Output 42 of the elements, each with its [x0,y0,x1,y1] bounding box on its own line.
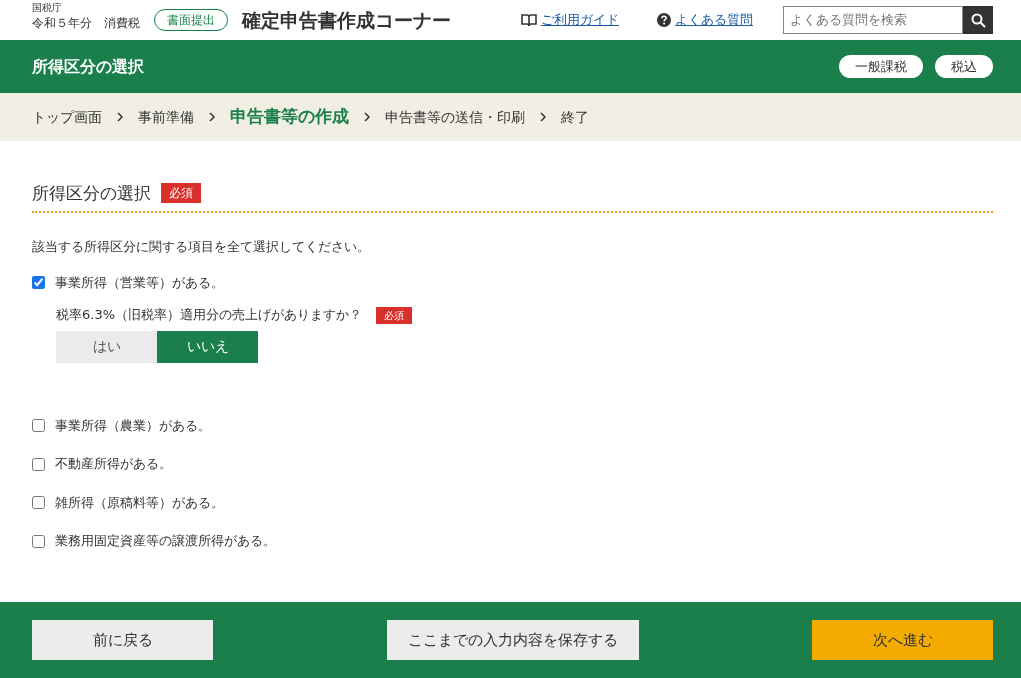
checkbox[interactable] [32,276,45,290]
instruction-text: 該当する所得区分に関する項目を全て選択してください。 [32,238,371,257]
page-title: 所得区分の選択 [32,56,145,77]
checkbox[interactable] [32,457,45,471]
checkbox-label: 不動産所得がある。 [55,455,172,474]
search-button[interactable] [963,6,993,34]
section-heading: 所得区分の選択 [32,183,151,204]
agency-name: 国税庁 [32,3,63,14]
tax-mode-tag: 一般課税 [839,54,923,79]
question-text: 税率6.3%（旧税率）適用分の売上げがありますか？ [56,306,363,325]
chevron-icon [208,112,216,122]
guide-link[interactable]: ご利用ガイド [541,10,619,30]
site-title: 確定申告書作成コーナー [242,7,451,33]
checkbox[interactable] [32,534,45,548]
book-icon [521,13,537,27]
chevron-icon [539,112,547,122]
checkbox[interactable] [32,419,45,433]
help-icon [657,13,671,27]
option-button[interactable]: いいえ [157,330,258,363]
breadcrumb-step: 申告書等の送信・印刷 [385,106,525,128]
breadcrumb-step: 申告書等の作成 [230,104,349,130]
breadcrumb-step: 事前準備 [138,106,194,128]
back-button[interactable]: 前に戻る [32,620,213,660]
tax-mode-tag: 税込 [935,54,993,79]
checkbox-label: 業務用固定資産等の譲渡所得がある。 [55,532,276,551]
required-tag: 必須 [161,183,201,204]
checkbox-label: 事業所得（営業等）がある。 [55,273,224,292]
save-button[interactable]: ここまでの入力内容を保存する [386,620,639,660]
option-button[interactable]: はい [56,330,157,363]
chevron-icon [116,112,124,122]
next-button[interactable]: 次へ進む [812,620,993,660]
checkbox-label: 事業所得（農業）がある。 [55,416,211,435]
breadcrumb-step: トップ画面 [32,106,102,128]
search-icon [970,12,986,28]
required-tag: 必須 [376,306,413,324]
search-field[interactable]: よくある質問を検索 [783,6,963,34]
tax-year-label: 令和５年分 消費税 [32,17,140,31]
checkbox-label: 雑所得（原稿料等）がある。 [55,493,224,512]
chevron-icon [363,112,371,122]
faq-link[interactable]: よくある質問 [675,10,753,30]
checkbox[interactable] [32,496,45,510]
breadcrumb-step: 終了 [561,106,589,128]
